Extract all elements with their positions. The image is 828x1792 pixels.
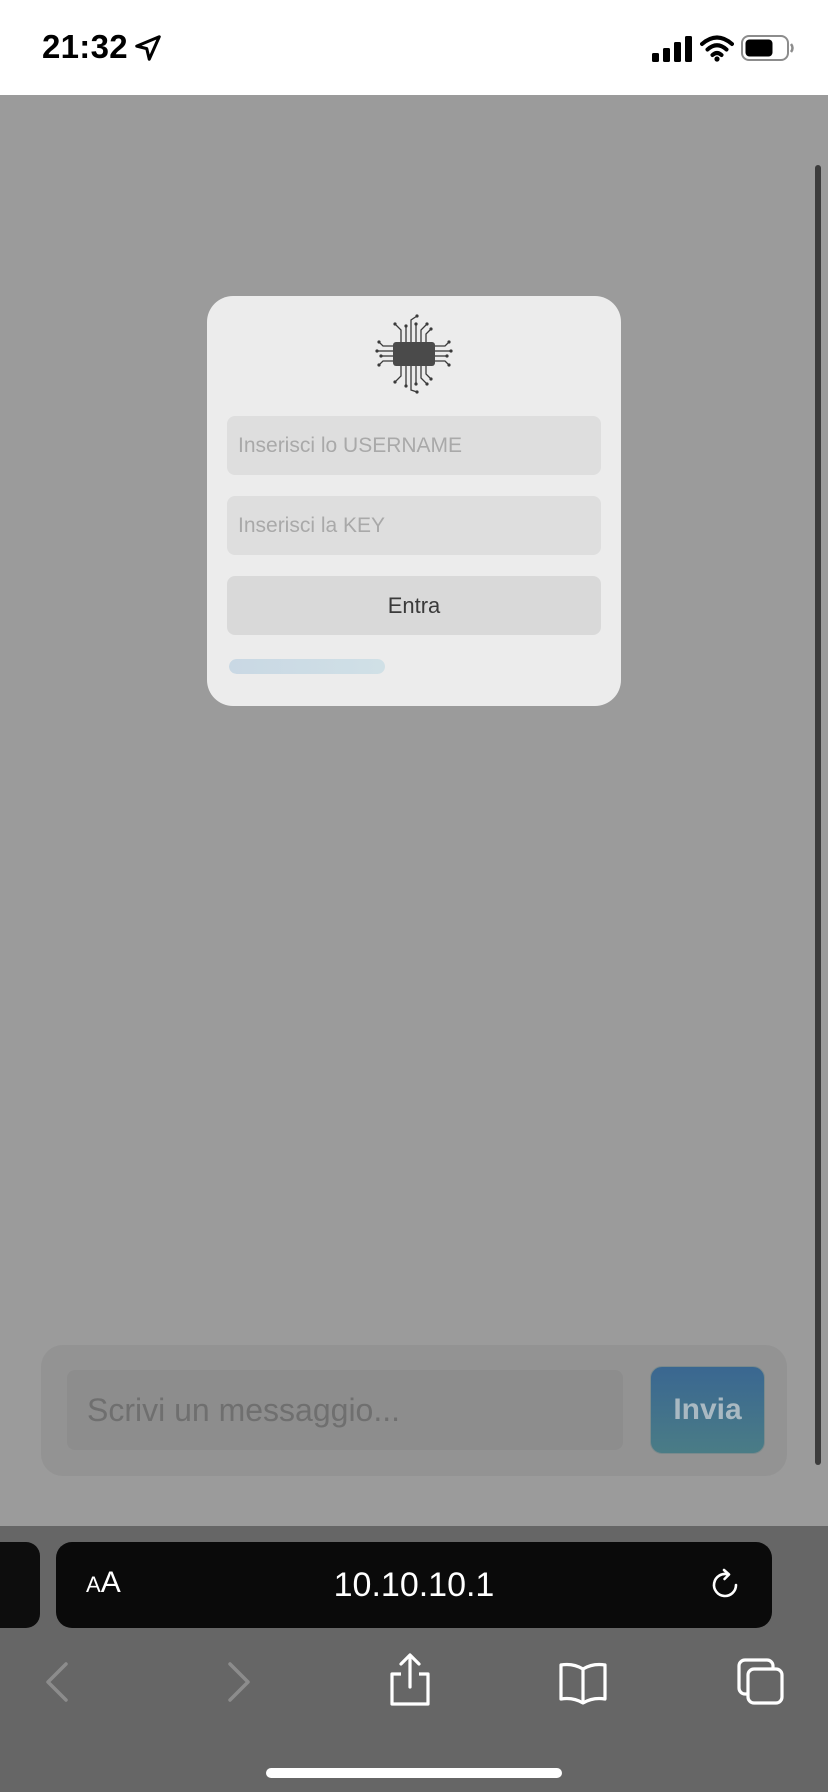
username-input[interactable] <box>227 416 601 475</box>
wifi-icon <box>700 35 734 62</box>
home-indicator[interactable] <box>266 1768 562 1778</box>
send-button[interactable]: Invia <box>650 1366 765 1454</box>
url-text[interactable]: 10.10.10.1 <box>56 1566 772 1605</box>
share-icon[interactable] <box>384 1652 436 1708</box>
reload-icon[interactable] <box>706 1566 744 1604</box>
tabs-icon[interactable] <box>736 1657 786 1707</box>
bookmarks-icon[interactable] <box>558 1657 608 1707</box>
enter-button[interactable]: Entra <box>227 576 601 635</box>
key-input[interactable] <box>227 496 601 555</box>
signal-icon <box>652 36 692 62</box>
back-icon[interactable] <box>34 1657 84 1707</box>
status-bar: 21:32 <box>0 0 828 95</box>
message-input[interactable] <box>67 1370 623 1450</box>
page-area: Entra Invia <box>0 95 828 1526</box>
login-progress-bar <box>229 659 489 674</box>
battery-icon <box>741 35 794 61</box>
previous-tab-preview[interactable] <box>0 1542 40 1628</box>
scrollbar[interactable] <box>815 165 821 1465</box>
forward-icon[interactable] <box>212 1657 262 1707</box>
chip-icon <box>375 314 453 394</box>
address-bar[interactable]: AA 10.10.10.1 <box>56 1542 772 1628</box>
location-icon <box>135 35 161 61</box>
message-composer: Invia <box>41 1345 787 1476</box>
browser-toolbar: AA 10.10.10.1 <box>0 1526 828 1792</box>
login-card: Entra <box>207 296 621 706</box>
status-time: 21:32 <box>42 28 128 65</box>
login-progress-fill <box>229 659 385 674</box>
